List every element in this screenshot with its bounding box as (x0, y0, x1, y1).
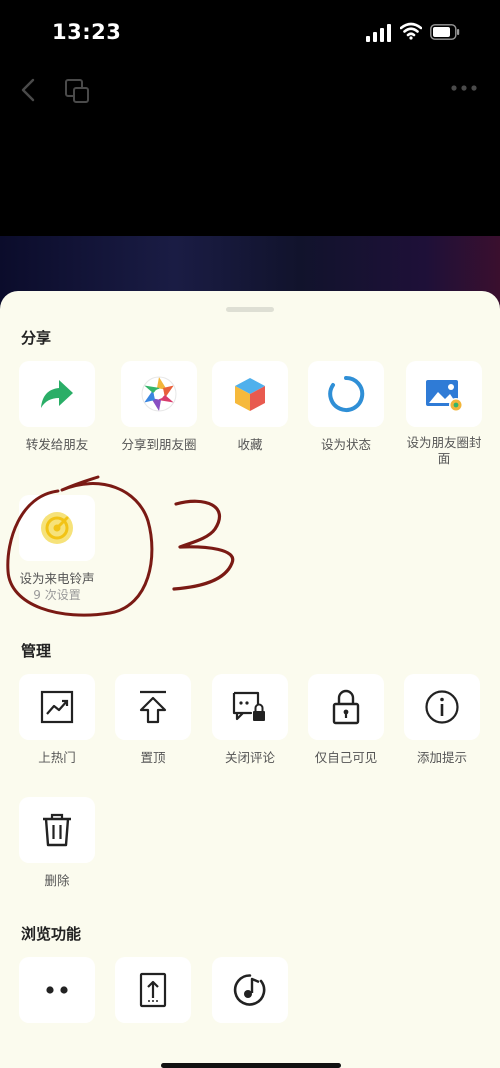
share-item-label: 设为来电铃声 (19, 571, 95, 586)
manage-item-label: 上热门 (38, 750, 76, 765)
share-item-label: 设为朋友圈封面 (406, 435, 482, 466)
status-time: 13:23 (52, 20, 122, 44)
moments-cover-icon (426, 380, 463, 412)
battery-icon (430, 24, 460, 40)
padlock-icon (332, 689, 360, 725)
moments-cover-tile[interactable] (406, 361, 482, 427)
forward-arrow-icon (41, 380, 73, 408)
pin-top-icon (139, 690, 167, 724)
favorite-tile[interactable] (212, 361, 288, 427)
cellular-signal-icon (366, 24, 391, 42)
manage-item-close-comments[interactable]: 关闭评论 (202, 674, 298, 766)
browse-upload-tile[interactable] (115, 957, 191, 1023)
ringtone-icon (41, 512, 73, 544)
comment-lock-icon (232, 691, 265, 721)
manage-item-label: 仅自己可见 (314, 750, 378, 765)
sheet-grabber[interactable] (226, 307, 274, 312)
manage-item-label: 添加提示 (416, 750, 467, 765)
wifi-icon (400, 22, 422, 40)
favorite-cube-icon (235, 378, 265, 411)
browse-item-music[interactable] (202, 957, 298, 1023)
two-dots-icon (46, 986, 68, 994)
browse-more-tile[interactable] (19, 957, 95, 1023)
manage-item-add-tip[interactable]: 添加提示 (394, 674, 490, 766)
section-title-manage: 管理 (21, 642, 52, 660)
home-indicator (161, 1063, 341, 1068)
share-item-favorite[interactable]: 收藏 (202, 361, 298, 453)
manage-item-label: 关闭评论 (224, 750, 275, 765)
browse-music-tile[interactable] (212, 957, 288, 1023)
float-window-icon[interactable] (62, 76, 92, 106)
manage-item-pin-top[interactable]: 置顶 (105, 674, 201, 766)
private-tile[interactable] (308, 674, 384, 740)
share-item-label: 分享到朋友圈 (121, 437, 197, 452)
ringtone-tile[interactable] (19, 495, 95, 561)
status-ring-icon (328, 375, 365, 412)
share-item-label: 设为状态 (320, 437, 371, 452)
upload-document-icon (139, 972, 167, 1008)
status-bar: 13:23 (0, 0, 500, 66)
pin-top-tile[interactable] (115, 674, 191, 740)
forward-tile[interactable] (19, 361, 95, 427)
delete-tile[interactable] (19, 797, 95, 863)
manage-item-label: 删除 (44, 873, 70, 888)
share-item-ringtone[interactable]: 设为来电铃声 9 次设置 (9, 495, 105, 603)
trending-chart-icon (40, 690, 74, 724)
action-sheet: 分享 转发给朋友 分享到朋友圈 收藏 设为状态 设为朋友圈封面 设为来电铃声 9… (0, 291, 500, 1068)
manage-item-trending[interactable]: 上热门 (9, 674, 105, 766)
trash-icon (43, 813, 71, 847)
trending-tile[interactable] (19, 674, 95, 740)
browse-item-more[interactable] (9, 957, 105, 1023)
more-dots-icon[interactable] (446, 78, 482, 98)
section-title-share: 分享 (21, 329, 52, 347)
share-item-label: 收藏 (237, 437, 263, 452)
share-item-status[interactable]: 设为状态 (298, 361, 394, 453)
moments-aperture-icon (141, 376, 177, 412)
manage-item-delete[interactable]: 删除 (9, 797, 105, 889)
ringtone-set-count: 9 次设置 (33, 588, 81, 602)
info-icon (425, 690, 459, 724)
share-item-moments-cover[interactable]: 设为朋友圈封面 (396, 361, 492, 467)
manage-item-private[interactable]: 仅自己可见 (298, 674, 394, 766)
manage-item-label: 置顶 (140, 750, 166, 765)
add-tip-tile[interactable] (404, 674, 480, 740)
status-tile[interactable] (308, 361, 384, 427)
screen: 13:23 分享 转发给朋友 分享到朋友圈 收藏 设为状态 设为朋友圈封面 设为… (0, 0, 500, 1068)
close-comments-tile[interactable] (212, 674, 288, 740)
moments-tile[interactable] (121, 361, 197, 427)
back-chevron-icon[interactable] (16, 76, 40, 104)
music-disc-icon (233, 974, 266, 1006)
share-item-moments[interactable]: 分享到朋友圈 (111, 361, 207, 453)
share-item-forward[interactable]: 转发给朋友 (9, 361, 105, 453)
browse-item-upload[interactable] (105, 957, 201, 1023)
top-nav-bar (0, 66, 500, 116)
share-item-label: 转发给朋友 (25, 437, 89, 452)
section-title-browse: 浏览功能 (21, 925, 82, 943)
